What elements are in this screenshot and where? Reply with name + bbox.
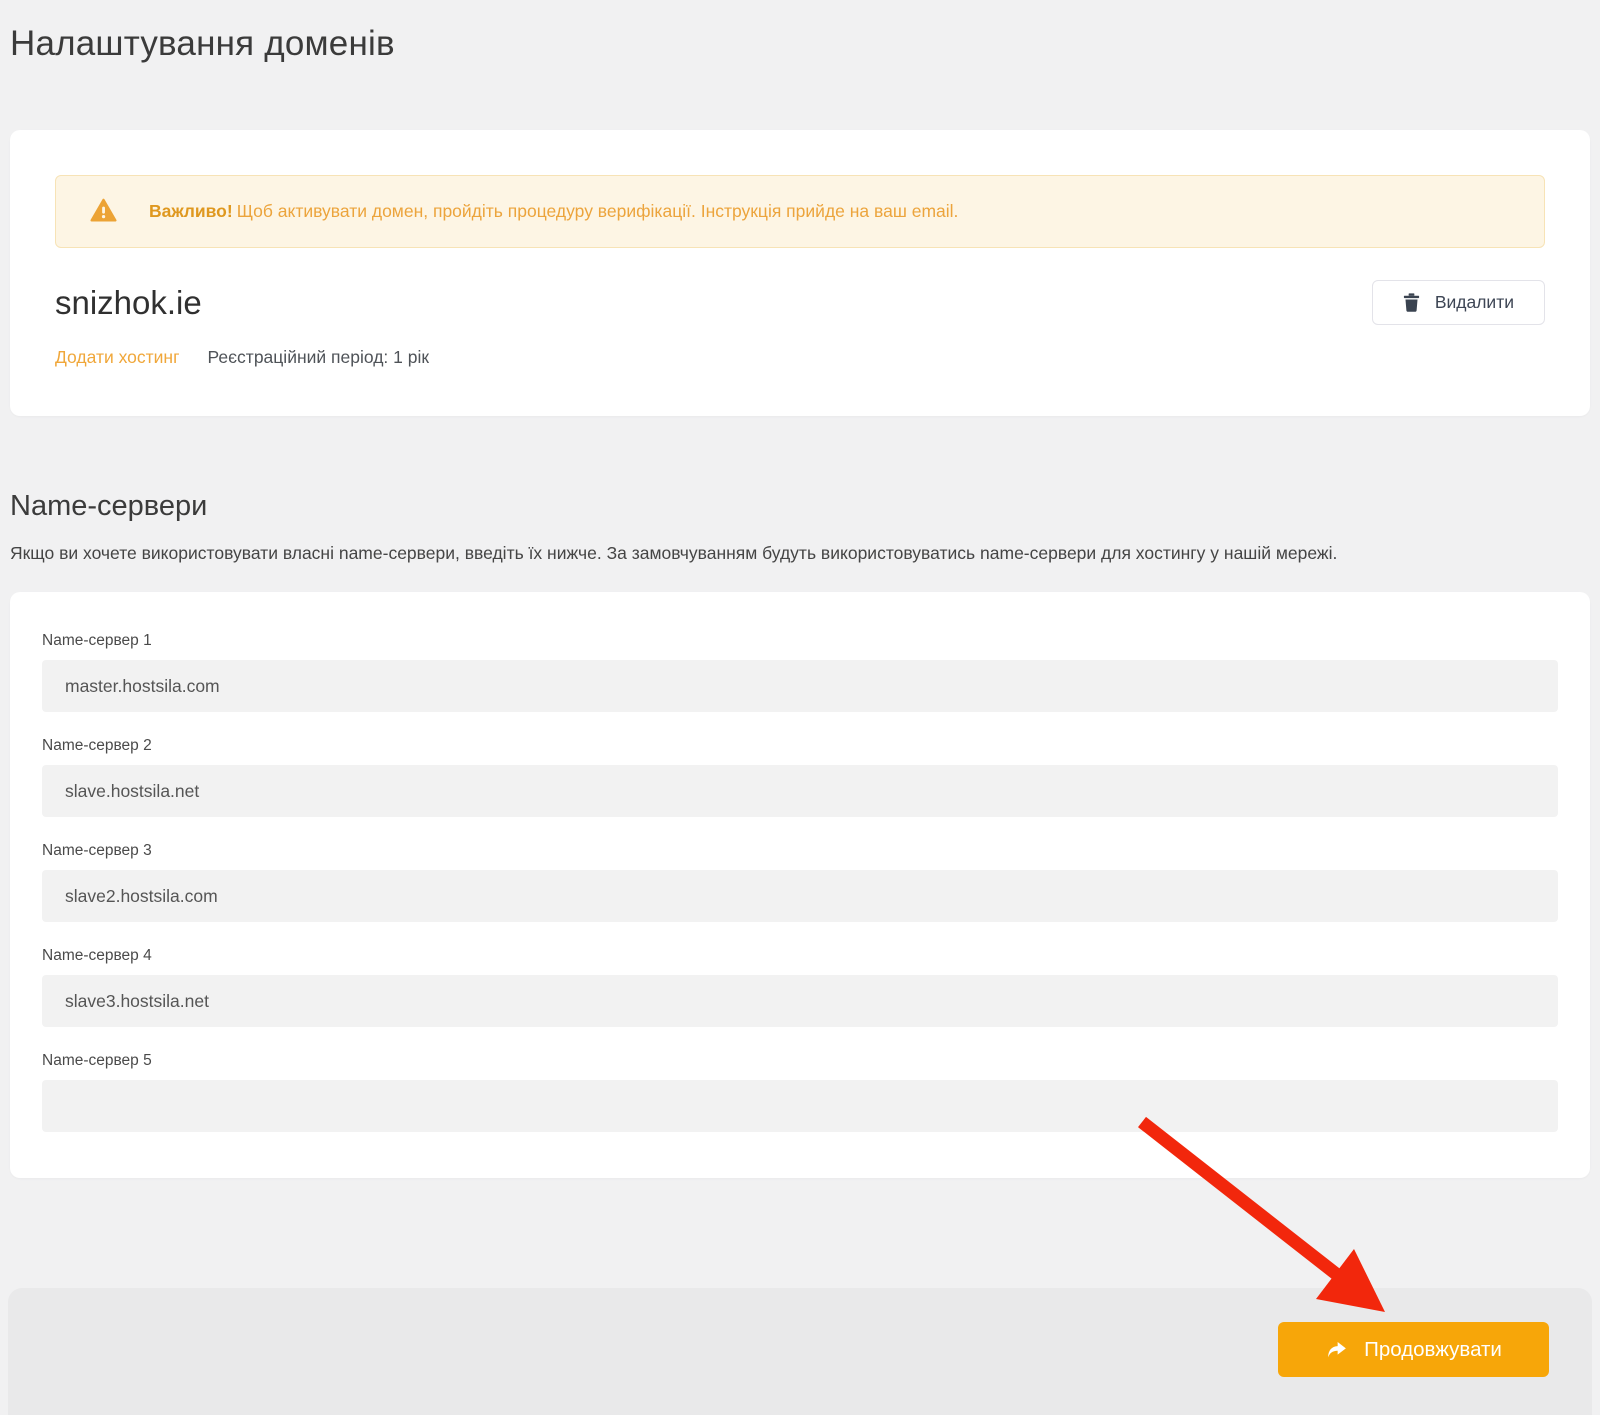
nameserver-1-label: Name-сервер 1 [42, 632, 1558, 650]
trash-icon [1403, 293, 1420, 312]
alert-text: Щоб активувати домен, пройдіть процедуру… [237, 201, 959, 221]
nameservers-card: Name-сервер 1 Name-сервер 2 Name-сервер … [10, 592, 1590, 1178]
domain-name: snizhok.ie [55, 284, 202, 322]
verification-alert: Важливо!Щоб активувати домен, пройдіть п… [55, 175, 1545, 248]
nameserver-field-5: Name-сервер 5 [42, 1052, 1558, 1132]
alert-bold-text: Важливо! [149, 201, 233, 221]
domain-row: snizhok.ie Видалити [55, 280, 1545, 325]
add-hosting-link[interactable]: Додати хостинг [55, 347, 179, 368]
footer-bar: Продовжувати [8, 1288, 1592, 1415]
nameserver-2-label: Name-сервер 2 [42, 737, 1558, 755]
nameserver-field-4: Name-сервер 4 [42, 947, 1558, 1027]
nameserver-5-input[interactable] [42, 1080, 1558, 1132]
domain-card: Важливо!Щоб активувати домен, пройдіть п… [10, 130, 1590, 416]
registration-period: Реєстраційний період: 1 рік [207, 347, 429, 368]
page-title: Налаштування доменів [0, 0, 1600, 64]
nameserver-4-input[interactable] [42, 975, 1558, 1027]
delete-button-label: Видалити [1435, 292, 1514, 313]
nameserver-2-input[interactable] [42, 765, 1558, 817]
nameservers-description: Якщо ви хочете використовувати власні na… [10, 543, 1590, 564]
delete-domain-button[interactable]: Видалити [1372, 280, 1545, 325]
alert-message: Важливо!Щоб активувати домен, пройдіть п… [149, 201, 958, 222]
nameserver-field-2: Name-сервер 2 [42, 737, 1558, 817]
domain-meta-row: Додати хостинг Реєстраційний період: 1 р… [55, 347, 1545, 368]
nameserver-4-label: Name-сервер 4 [42, 947, 1558, 965]
nameserver-5-label: Name-сервер 5 [42, 1052, 1558, 1070]
nameserver-3-input[interactable] [42, 870, 1558, 922]
continue-button-label: Продовжувати [1364, 1338, 1502, 1362]
warning-triangle-icon [90, 198, 117, 223]
nameservers-heading: Name-сервери [10, 490, 1590, 523]
nameserver-3-label: Name-сервер 3 [42, 842, 1558, 860]
domain-settings-page: Налаштування доменів Важливо!Щоб активув… [0, 0, 1600, 1415]
nameserver-field-3: Name-сервер 3 [42, 842, 1558, 922]
continue-button[interactable]: Продовжувати [1278, 1322, 1549, 1377]
forward-arrow-icon [1325, 1339, 1348, 1360]
nameserver-field-1: Name-сервер 1 [42, 632, 1558, 712]
nameserver-1-input[interactable] [42, 660, 1558, 712]
